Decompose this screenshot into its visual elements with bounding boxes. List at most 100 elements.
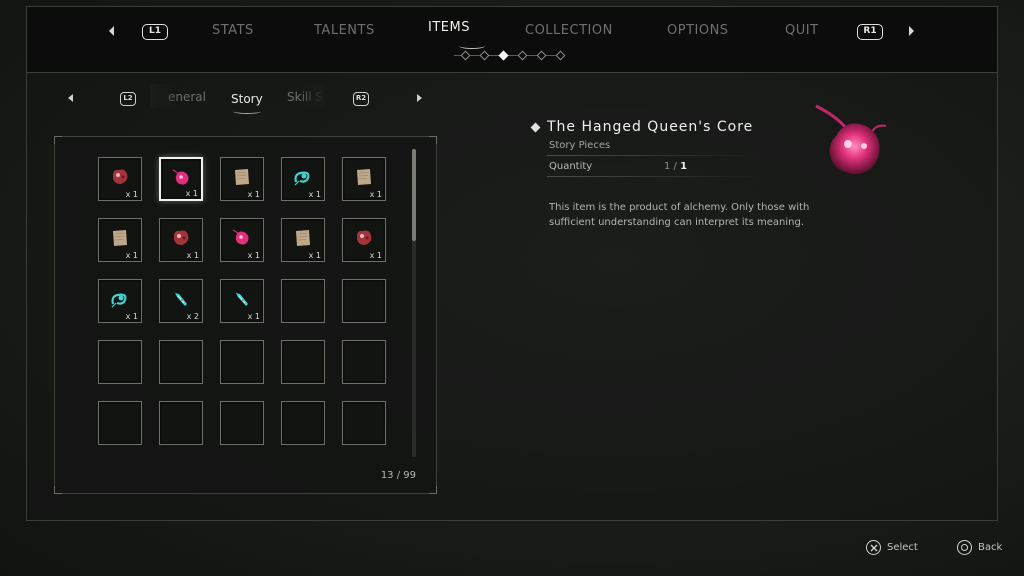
paper-scroll-icon <box>235 169 249 185</box>
panel-corner <box>54 486 62 494</box>
item-title: The Hanged Queen's Core <box>547 119 754 135</box>
tab-items[interactable]: ITEMS <box>428 20 470 35</box>
inventory-slot-empty[interactable] <box>98 401 142 445</box>
inventory-slot-empty[interactable] <box>159 340 203 384</box>
inventory-slot-empty[interactable] <box>342 401 386 445</box>
inventory-grid: x 1 x 1 x 1 x 1 x 1 x 1 x 1 x 1 x 1 x 1 x 1 x 2 x 1 <box>98 157 386 445</box>
inventory-slot-empty[interactable] <box>281 401 325 445</box>
inventory-slot-empty[interactable] <box>342 340 386 384</box>
panel-corner <box>429 136 437 144</box>
slot-quantity: x 1 <box>125 312 138 321</box>
red-heart-icon <box>174 230 189 245</box>
inventory-slot[interactable]: x 2 <box>159 279 203 323</box>
divider <box>547 176 762 177</box>
active-subtab-underline <box>233 109 261 114</box>
inventory-slot-empty[interactable] <box>342 279 386 323</box>
inventory-slot[interactable]: x 1 <box>159 157 203 201</box>
inventory-slot[interactable]: x 1 <box>98 279 142 323</box>
quantity-label: Quantity <box>549 161 593 172</box>
slot-quantity: x 1 <box>125 190 138 199</box>
subnav-right-arrow-icon[interactable] <box>417 94 422 102</box>
teal-ribbon-icon <box>111 293 127 308</box>
subtab-fade-left <box>150 84 180 108</box>
page-dot <box>460 50 471 61</box>
subtab-story[interactable]: Story <box>231 92 263 106</box>
active-tab-underline <box>459 43 485 49</box>
tab-collection[interactable]: COLLECTION <box>525 23 613 38</box>
inventory-slot-empty[interactable] <box>220 401 264 445</box>
red-heart-icon <box>113 169 128 184</box>
subnav-left-arrow-icon[interactable] <box>68 94 73 102</box>
inventory-slot-empty[interactable] <box>98 340 142 384</box>
slot-quantity: x 1 <box>247 312 260 321</box>
pink-core-icon <box>172 169 189 185</box>
inventory-slot-empty[interactable] <box>159 401 203 445</box>
page-dot <box>555 50 566 61</box>
paper-scroll-icon <box>113 230 127 246</box>
slot-quantity: x 1 <box>308 190 321 199</box>
slot-quantity: x 2 <box>186 312 199 321</box>
item-description: This item is the product of alchemy. Onl… <box>549 202 810 228</box>
quantity-max: 1 <box>680 161 688 172</box>
page-dot <box>517 50 528 61</box>
inventory-panel: x 1 x 1 x 1 x 1 x 1 x 1 x 1 x 1 x 1 x 1 x 1 x 2x 1 … <box>54 136 437 494</box>
inventory-slot[interactable]: x 1 <box>98 157 142 201</box>
slot-quantity: x 1 <box>247 190 260 199</box>
divider <box>547 155 762 156</box>
teal-crystal-icon <box>236 293 248 306</box>
paper-scroll-icon <box>296 230 310 246</box>
teal-ribbon-icon <box>294 171 310 186</box>
tab-quit[interactable]: QUIT <box>785 23 819 38</box>
quantity-separator: / <box>670 161 681 172</box>
l1-button-icon[interactable]: L1 <box>142 24 168 40</box>
inventory-slot[interactable]: x 1 <box>281 218 325 262</box>
inventory-scrollbar[interactable] <box>412 149 416 457</box>
pink-core-icon <box>232 229 249 245</box>
paper-scroll-icon <box>357 169 371 185</box>
inventory-slot[interactable]: x 1 <box>220 218 264 262</box>
inventory-slot[interactable]: x 1 <box>342 218 386 262</box>
red-heart-icon <box>357 230 372 245</box>
r1-button-icon[interactable]: R1 <box>857 24 883 40</box>
slot-quantity: x 1 <box>186 251 199 260</box>
inventory-slot-empty[interactable] <box>281 279 325 323</box>
nav-right-arrow-icon[interactable] <box>909 26 914 36</box>
circle-button-icon[interactable] <box>957 540 972 555</box>
inventory-slot[interactable]: x 1 <box>281 157 325 201</box>
select-label[interactable]: Select <box>887 542 918 553</box>
l2-button-icon[interactable]: L2 <box>120 92 136 106</box>
inventory-slot[interactable]: x 1 <box>220 157 264 201</box>
inventory-slot[interactable]: x 1 <box>98 218 142 262</box>
slot-quantity: x 1 <box>185 189 198 198</box>
inventory-slot[interactable]: x 1 <box>220 279 264 323</box>
nav-left-arrow-icon[interactable] <box>109 26 114 36</box>
r2-button-icon[interactable]: R2 <box>353 92 369 106</box>
inventory-slot[interactable]: x 1 <box>342 157 386 201</box>
inventory-slot-empty[interactable] <box>281 340 325 384</box>
page-dot <box>479 50 490 61</box>
subtab-fade-right <box>300 84 324 108</box>
slot-quantity: x 1 <box>125 251 138 260</box>
cross-button-icon[interactable] <box>866 540 881 555</box>
inventory-slot[interactable]: x 1 <box>159 218 203 262</box>
inventory-slot-empty[interactable] <box>220 340 264 384</box>
page-dot <box>498 50 509 61</box>
tab-options[interactable]: OPTIONS <box>667 23 729 38</box>
inventory-count: 13 / 99 <box>380 470 416 481</box>
slot-quantity: x 1 <box>247 251 260 260</box>
quantity-value: 1 / 1 <box>664 161 687 172</box>
page-dot <box>536 50 547 61</box>
tab-talents[interactable]: TALENTS <box>314 23 375 38</box>
page-indicator <box>454 50 566 61</box>
panel-corner <box>54 136 62 144</box>
slot-quantity: x 1 <box>369 251 382 260</box>
teal-crystal-icon <box>175 293 187 306</box>
panel-corner <box>429 486 437 494</box>
top-nav-bar: L1 STATS TALENTS ITEMS COLLECTION OPTION… <box>27 7 997 73</box>
item-category: Story Pieces <box>549 140 611 151</box>
tab-stats[interactable]: STATS <box>212 23 254 38</box>
scrollbar-thumb[interactable] <box>412 149 416 241</box>
back-label[interactable]: Back <box>978 542 1002 553</box>
slot-quantity: x 1 <box>369 190 382 199</box>
slot-quantity: x 1 <box>308 251 321 260</box>
